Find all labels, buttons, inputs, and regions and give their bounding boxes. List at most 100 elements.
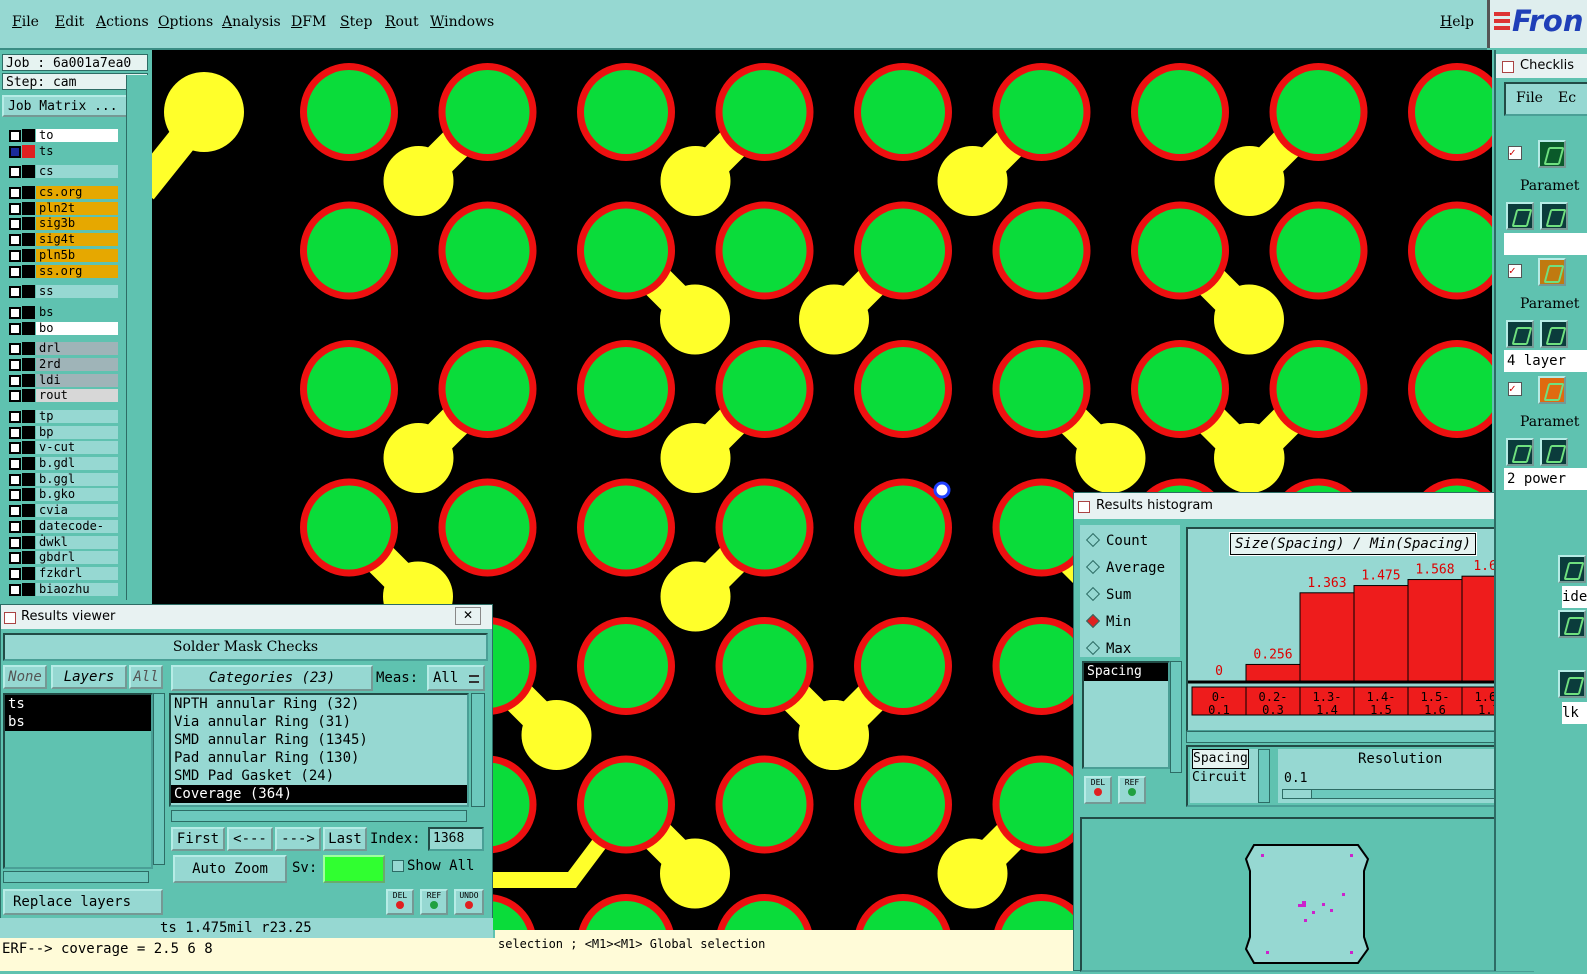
layer-row-to[interactable]: to (4, 128, 122, 144)
radio-average[interactable]: Average (1085, 558, 1165, 578)
job-matrix-button[interactable]: Job Matrix ... (2, 95, 146, 117)
layer-name[interactable]: tp (36, 410, 118, 423)
pad[interactable] (445, 208, 530, 293)
layer-row-dwkl[interactable]: dwkl (4, 535, 122, 551)
layer-name[interactable]: drl (36, 342, 118, 356)
next-button[interactable]: ---> (275, 827, 321, 851)
menu-analysis[interactable]: Analysis (222, 14, 281, 30)
layer-checkbox[interactable] (9, 473, 21, 486)
category-item[interactable]: Via annular Ring (31) (171, 713, 467, 731)
run-1-icon[interactable] (1506, 202, 1534, 230)
run-4-icon[interactable] (1558, 555, 1586, 583)
pad[interactable] (445, 485, 530, 570)
sv-color-select[interactable] (323, 855, 385, 883)
layer-color-swatch[interactable] (22, 201, 35, 215)
layer-checkbox[interactable] (9, 411, 21, 423)
category-item[interactable]: SMD Pad Gasket (24) (171, 767, 467, 785)
category-list[interactable]: NPTH annular Ring (32) Via annular Ring (… (169, 693, 469, 807)
param-field-4[interactable]: ide (1562, 586, 1587, 608)
layer-checkbox[interactable] (9, 234, 21, 247)
layer-color-swatch[interactable] (22, 504, 35, 518)
results-viewer-titlebar[interactable]: Results viewer ✕ (1, 605, 492, 629)
layer-row-biaozhu[interactable]: biaozhu (4, 582, 122, 598)
radio-sum[interactable]: Sum (1085, 585, 1131, 605)
checklist-menu-edit[interactable]: Ec (1558, 90, 1576, 106)
histogram-list[interactable]: Spacing (1082, 661, 1170, 769)
show-all-checkbox[interactable] (392, 860, 404, 872)
layer-name[interactable]: bo (36, 321, 118, 335)
pad[interactable] (861, 70, 945, 154)
layer-checkbox[interactable] (9, 130, 21, 142)
layer-checkbox[interactable] (9, 322, 21, 335)
layer-checkbox[interactable] (9, 358, 21, 371)
run-1b-icon[interactable] (1540, 202, 1568, 230)
histogram-bar[interactable] (1299, 592, 1355, 682)
pad[interactable] (861, 485, 945, 570)
layer-color-swatch[interactable] (22, 472, 35, 486)
pad[interactable] (861, 624, 945, 708)
layer-color-swatch[interactable] (22, 535, 35, 549)
del-button[interactable]: DEL (386, 889, 414, 915)
layer-name[interactable]: 2rd (36, 357, 118, 371)
none-button[interactable]: None (3, 665, 47, 689)
layer-color-swatch[interactable] (22, 488, 35, 502)
pad[interactable] (722, 762, 807, 847)
last-button[interactable]: Last (323, 827, 367, 851)
measure-scrollbar[interactable] (1258, 749, 1270, 803)
auto-zoom-select[interactable]: Auto Zoom (173, 855, 287, 883)
layer-row-b.ggl[interactable]: b.ggl (4, 472, 122, 488)
layer-name[interactable]: fzkdrl (36, 566, 118, 580)
menu-rout[interactable]: Rout (385, 14, 419, 30)
layer-name[interactable]: b.ggl (36, 472, 118, 486)
layer-color-swatch[interactable] (22, 342, 35, 356)
layer-row-cs.org[interactable]: cs.org (4, 185, 122, 201)
menu-file[interactable]: File (12, 14, 39, 30)
layer-name[interactable]: sig4t (36, 233, 118, 247)
layer-row-sig3b[interactable]: sig3b (4, 216, 122, 232)
pad[interactable] (584, 485, 668, 570)
histogram-bar[interactable] (1245, 663, 1301, 682)
layer-color-swatch[interactable] (22, 144, 35, 158)
action-1-icon[interactable] (1538, 140, 1566, 168)
run-5-icon[interactable] (1558, 610, 1586, 638)
histogram-bar[interactable] (1353, 585, 1409, 682)
run-2b-icon[interactable] (1540, 320, 1568, 348)
pad[interactable] (584, 762, 668, 847)
slider-thumb[interactable] (1283, 790, 1312, 798)
check-3-checkbox[interactable]: ✓ (1508, 382, 1522, 396)
layer-row-ldi[interactable]: ldi (4, 373, 122, 389)
layer-row-fzkdrl[interactable]: fzkdrl (4, 566, 122, 582)
layer-row-pln2t[interactable]: pln2t (4, 201, 122, 217)
action-3-icon[interactable] (1538, 376, 1566, 404)
layer-row-bs[interactable]: bs (4, 305, 122, 321)
layer-checkbox[interactable] (9, 187, 21, 200)
param-field-5[interactable]: lk (1562, 702, 1587, 724)
category-item[interactable]: Coverage (364) (171, 785, 467, 803)
layer-row-cvia[interactable]: cvia (4, 503, 122, 519)
layer-row-rout[interactable]: rout (4, 388, 122, 404)
pad[interactable] (307, 70, 391, 154)
layer-name[interactable]: datecode-to (36, 519, 118, 545)
layer-checkbox[interactable] (9, 489, 21, 502)
layer-color-swatch[interactable] (22, 264, 35, 278)
pad[interactable] (445, 70, 530, 154)
layer-color-swatch[interactable] (22, 441, 35, 455)
layer-name[interactable]: sig3b (36, 217, 118, 231)
menu-options[interactable]: Options (158, 14, 213, 30)
layer-name[interactable]: dwkl (36, 535, 118, 549)
layer-checkbox[interactable] (9, 218, 21, 231)
layer-color-swatch[interactable] (22, 551, 35, 565)
layer-color-swatch[interactable] (22, 248, 35, 262)
layer-name[interactable]: b.gdl (36, 457, 118, 471)
histogram-hscrollbar[interactable] (1186, 731, 1532, 743)
run-6-icon[interactable] (1558, 670, 1586, 698)
pad[interactable] (1276, 70, 1361, 154)
meas-select[interactable]: All (427, 665, 485, 691)
del-button[interactable]: DEL (1084, 776, 1112, 804)
layer-checkbox[interactable] (9, 505, 21, 518)
layer-name[interactable]: bs (36, 305, 118, 319)
layer-checkbox[interactable] (9, 286, 21, 299)
board-overview[interactable] (1080, 817, 1534, 972)
layer-row-datecode-to[interactable]: datecode-to (4, 519, 122, 545)
pad[interactable] (999, 624, 1084, 708)
